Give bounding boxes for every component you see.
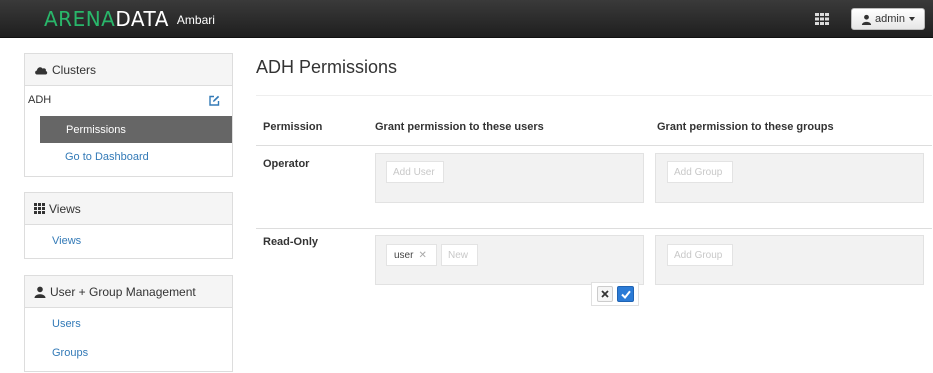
column-header-groups: Grant permission to these groups — [657, 121, 834, 133]
add-group-input[interactable]: Add Group — [667, 161, 733, 183]
cloud-icon — [35, 66, 48, 74]
chevron-down-icon — [908, 17, 915, 21]
brand-subtitle: Ambari — [176, 13, 215, 27]
brand-primary: ARENA — [44, 7, 116, 31]
user-management-heading: User + Group Management — [50, 284, 196, 299]
grid-icon[interactable] — [814, 11, 830, 27]
cluster-name: ADH — [28, 94, 52, 106]
user-icon — [861, 14, 872, 25]
top-navbar: ARENA DATA Ambari admin — [0, 0, 933, 38]
add-group-input[interactable]: Add Group — [667, 244, 733, 266]
permission-label-read-only: Read-Only — [263, 236, 319, 248]
views-panel: Views — [24, 192, 233, 259]
brand-logo[interactable]: ARENA DATA Ambari — [44, 7, 215, 31]
table-divider — [256, 145, 932, 146]
sidebar-item-views[interactable]: Views — [52, 235, 81, 247]
check-icon — [620, 290, 631, 299]
table-divider — [256, 228, 932, 229]
views-heading: Views — [49, 201, 81, 216]
column-header-permission: Permission — [263, 121, 323, 133]
remove-tag-icon[interactable]: ✕ — [418, 250, 426, 261]
add-user-input[interactable]: Add User — [386, 161, 444, 183]
user-tag-chip: user ✕ — [386, 244, 437, 266]
user-management-panel-header: User + Group Management — [25, 276, 232, 308]
new-user-input[interactable]: New — [441, 244, 478, 266]
permission-label-operator: Operator — [263, 158, 310, 170]
sidebar-item-permissions[interactable]: Permissions — [40, 116, 232, 143]
sidebar-item-groups[interactable]: Groups — [52, 347, 88, 359]
title-divider — [256, 95, 932, 96]
edit-icon[interactable] — [208, 95, 220, 110]
views-panel-header: Views — [25, 193, 232, 225]
user-menu-button[interactable]: admin — [851, 8, 925, 30]
cancel-button[interactable] — [597, 286, 613, 302]
brand-secondary: DATA — [115, 7, 169, 31]
confirm-button[interactable] — [617, 286, 634, 302]
sidebar-item-label: Permissions — [66, 123, 126, 136]
close-icon — [601, 290, 609, 298]
user-icon — [34, 286, 46, 298]
clusters-panel-header: Clusters — [25, 54, 232, 86]
sidebar-item-users[interactable]: Users — [52, 318, 81, 330]
page-title: ADH Permissions — [256, 57, 398, 77]
th-grid-icon — [34, 203, 45, 214]
go-to-dashboard-link[interactable]: Go to Dashboard — [65, 151, 149, 163]
user-menu-label: admin — [875, 13, 905, 25]
column-header-users: Grant permission to these users — [375, 121, 544, 133]
clusters-heading: Clusters — [52, 62, 97, 77]
user-tag-label: user — [394, 249, 414, 261]
